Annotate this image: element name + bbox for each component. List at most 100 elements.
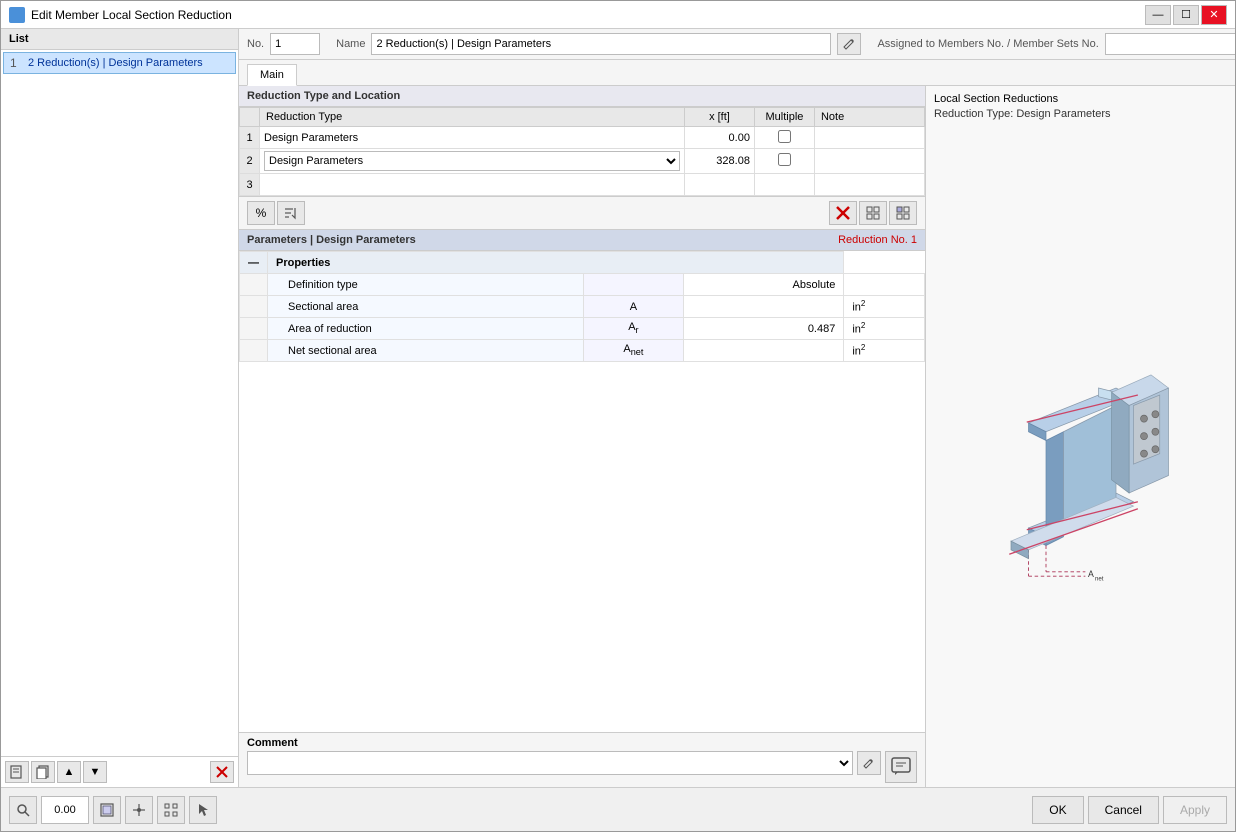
- toolbar-left: %: [247, 201, 305, 225]
- properties-label: Properties: [268, 252, 844, 274]
- delete-item-button[interactable]: [210, 761, 234, 783]
- prop-value-definition: Absolute: [683, 274, 844, 296]
- coordinate-input[interactable]: [41, 796, 89, 824]
- svg-text:net: net: [1095, 575, 1104, 582]
- ok-button[interactable]: OK: [1032, 796, 1083, 824]
- no-input[interactable]: [270, 33, 320, 55]
- action-bar: OK Cancel Apply: [1, 787, 1235, 831]
- comment-add-button[interactable]: [885, 751, 917, 783]
- prop-name-definition: Definition type: [268, 274, 584, 296]
- list-sidebar: List 1 2 Reduction(s) | Design Parameter…: [1, 29, 239, 787]
- type-cell-1: Design Parameters: [260, 127, 685, 149]
- row-num-2: 2: [240, 149, 260, 174]
- preview-subtitle: Reduction Type: Design Parameters: [934, 107, 1227, 122]
- sidebar-header: List: [1, 29, 238, 50]
- search-tool-button[interactable]: [9, 796, 37, 824]
- row-num-1: 1: [240, 127, 260, 149]
- note-cell-1: [814, 127, 924, 149]
- assigned-input[interactable]: [1105, 33, 1235, 55]
- note-cell-2: [814, 149, 924, 174]
- x-input-1[interactable]: [689, 132, 750, 144]
- delete-row-button[interactable]: [829, 201, 857, 225]
- type-label-1: Design Parameters: [264, 132, 358, 144]
- comment-label: Comment: [247, 737, 917, 749]
- minus-icon: —: [248, 257, 259, 269]
- multiple-check-1[interactable]: [778, 130, 791, 143]
- name-input[interactable]: [371, 33, 831, 55]
- multiple-cell-3: [754, 174, 814, 196]
- col-multiple-header: Multiple: [754, 108, 814, 127]
- params-title: Parameters | Design Parameters: [247, 234, 416, 246]
- params-table: — Properties Definition type Absolute: [239, 251, 925, 362]
- col-note-header: Note: [814, 108, 924, 127]
- minimize-button[interactable]: —: [1145, 5, 1171, 25]
- comment-input[interactable]: [247, 751, 853, 775]
- percent-button[interactable]: %: [247, 201, 275, 225]
- sort-button[interactable]: [277, 201, 305, 225]
- grid1-button[interactable]: [859, 201, 887, 225]
- window-title: Edit Member Local Section Reduction: [31, 8, 1139, 22]
- pointer-tool-button[interactable]: [189, 796, 217, 824]
- move-down-button[interactable]: ▼: [83, 761, 107, 783]
- col-num-header: [240, 108, 260, 127]
- reduction-table: Reduction Type x [ft] Multiple Note 1: [239, 107, 925, 196]
- grid-tool-button[interactable]: [157, 796, 185, 824]
- prop-symbol-definition: [584, 274, 684, 296]
- preview-header: Local Section Reductions Reduction Type:…: [926, 86, 1235, 129]
- snap-tool-button[interactable]: [125, 796, 153, 824]
- reduction-section-header: Reduction Type and Location: [239, 86, 925, 107]
- content-area: Reduction Type and Location Reduction Ty…: [239, 86, 1235, 787]
- comment-section: Comment: [239, 732, 925, 787]
- param-row-net-sectional: Net sectional area Anet in2: [240, 340, 925, 362]
- param-row-definition: Definition type Absolute: [240, 274, 925, 296]
- expand-icon[interactable]: —: [240, 252, 268, 274]
- x-cell-2: [684, 149, 754, 174]
- prop-value-sectional: [683, 296, 844, 318]
- params-container: — Properties Definition type Absolute: [239, 251, 925, 732]
- tab-main[interactable]: Main: [247, 64, 297, 86]
- prop-expand-4: [240, 340, 268, 362]
- apply-button[interactable]: Apply: [1163, 796, 1227, 824]
- multiple-cell-2: [754, 149, 814, 174]
- table-row: 3: [240, 174, 925, 196]
- title-bar: Edit Member Local Section Reduction — ☐ …: [1, 1, 1235, 29]
- param-row-sectional: Sectional area A in2: [240, 296, 925, 318]
- type-cell-3: [260, 174, 685, 196]
- prop-value-area-reduction: 0.487: [683, 318, 844, 340]
- center-panel: Reduction Type and Location Reduction Ty…: [239, 86, 925, 787]
- new-item-button[interactable]: [5, 761, 29, 783]
- preview-image: A net: [926, 129, 1235, 787]
- name-edit-button[interactable]: [837, 33, 861, 55]
- cancel-button[interactable]: Cancel: [1088, 796, 1159, 824]
- grid2-button[interactable]: [889, 201, 917, 225]
- x-input-2[interactable]: [689, 155, 750, 167]
- close-button[interactable]: ✕: [1201, 5, 1227, 25]
- assigned-label: Assigned to Members No. / Member Sets No…: [877, 38, 1098, 50]
- params-header: Parameters | Design Parameters Reduction…: [239, 229, 925, 251]
- x-cell-3: [684, 174, 754, 196]
- maximize-button[interactable]: ☐: [1173, 5, 1199, 25]
- param-row-area-reduction: Area of reduction Ar 0.487 in2: [240, 318, 925, 340]
- params-reduction-no: Reduction No. 1: [838, 234, 917, 246]
- type-select-2[interactable]: Design Parameters: [264, 151, 680, 171]
- copy-item-button[interactable]: [31, 761, 55, 783]
- type-cell-2: Design Parameters: [260, 149, 685, 174]
- multiple-check-2[interactable]: [778, 153, 791, 166]
- prop-symbol-area-reduction: Ar: [584, 318, 684, 340]
- note-cell-3: [814, 174, 924, 196]
- name-label: Name: [336, 38, 365, 50]
- action-bar-left: [9, 796, 217, 824]
- toolbar-right: [829, 201, 917, 225]
- prop-symbol-net-sectional: Anet: [584, 340, 684, 362]
- prop-symbol-sectional: A: [584, 296, 684, 318]
- move-up-button[interactable]: ▲: [57, 761, 81, 783]
- prop-name-net-sectional: Net sectional area: [268, 340, 584, 362]
- select-tool-button[interactable]: [93, 796, 121, 824]
- row-num-3: 3: [240, 174, 260, 196]
- table-toolbar: %: [239, 196, 925, 229]
- app-icon: [9, 7, 25, 23]
- sidebar-items: 1 2 Reduction(s) | Design Parameters: [1, 50, 238, 756]
- sidebar-item-1[interactable]: 1 2 Reduction(s) | Design Parameters: [3, 52, 236, 74]
- prop-unit-sectional: in2: [844, 296, 925, 318]
- comment-edit-button[interactable]: [857, 751, 881, 775]
